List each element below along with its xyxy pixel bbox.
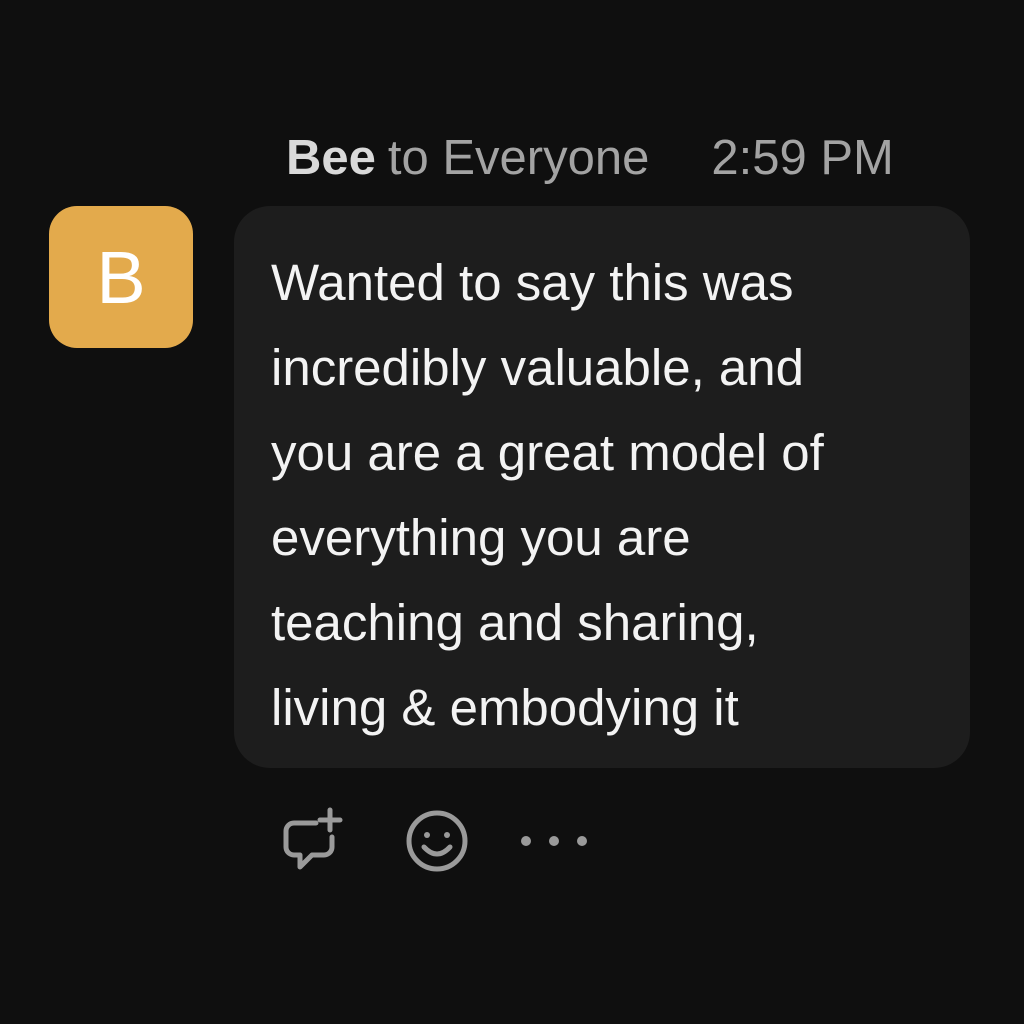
add-reaction-icon (406, 810, 468, 872)
message-text: Wanted to say this was incredibly valuab… (271, 254, 824, 736)
message-header: Bee to Everyone 2:59 PM (286, 128, 966, 188)
more-button[interactable] (518, 804, 590, 878)
reply-in-thread-icon (283, 807, 343, 870)
chat-panel: Bee to Everyone 2:59 PM B Wanted to say … (0, 0, 1024, 1024)
more-options-icon (521, 836, 587, 846)
message-timestamp: 2:59 PM (711, 131, 894, 185)
avatar[interactable]: B (49, 206, 193, 348)
react-button[interactable] (402, 804, 472, 878)
avatar-initial: B (96, 236, 146, 319)
message-actions (276, 804, 590, 878)
recipient-label: to Everyone (387, 131, 650, 185)
sender-name[interactable]: Bee (286, 130, 376, 186)
message-bubble: Wanted to say this was incredibly valuab… (234, 206, 970, 768)
reply-button[interactable] (276, 804, 346, 878)
